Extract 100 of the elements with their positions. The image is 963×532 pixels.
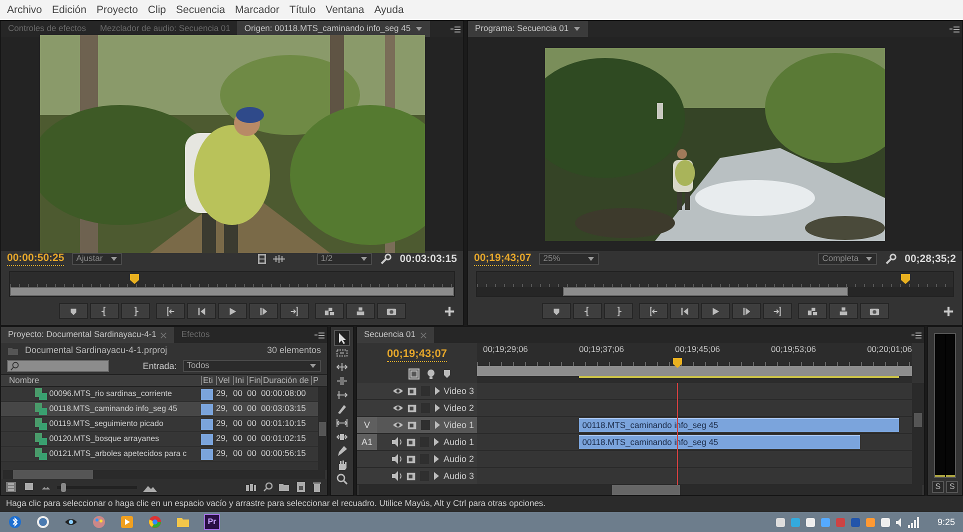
scrollbar[interactable] [359, 485, 922, 495]
transport-button[interactable] [186, 303, 216, 319]
sync-icon[interactable] [406, 386, 418, 396]
track-header[interactable]: Video 3 [357, 383, 477, 399]
track-target[interactable]: V [357, 417, 377, 433]
speaker-icon[interactable] [391, 453, 404, 465]
pointer-icon[interactable] [336, 332, 348, 344]
track-select-icon[interactable] [336, 347, 348, 359]
speaker-icon[interactable] [391, 436, 404, 448]
file-row[interactable]: 00121.MTS_arboles apetecidos para c 29, 00 00 00:00:56:15 [1, 447, 318, 462]
playhead-marker[interactable] [130, 274, 140, 284]
column-header[interactable]: Fin [247, 376, 261, 386]
plus-icon[interactable] [444, 306, 455, 317]
track-header[interactable]: Audio 2 [357, 451, 477, 467]
current-timecode[interactable]: 00;19;43;07 [387, 348, 447, 362]
app-icon[interactable]: Pr [204, 514, 220, 530]
arrows-icon[interactable] [336, 361, 348, 373]
sync-icon[interactable] [406, 470, 418, 482]
column-header[interactable]: Duración de [261, 376, 311, 386]
play-icon[interactable] [120, 515, 134, 529]
transport-button[interactable] [218, 303, 246, 319]
column-header[interactable]: Nombre [1, 376, 201, 386]
solo-button[interactable]: S [932, 481, 944, 493]
transport-button[interactable] [670, 303, 698, 319]
playhead-marker[interactable] [673, 358, 682, 368]
transport-button[interactable] [798, 303, 826, 319]
trash-icon[interactable] [311, 481, 323, 493]
file-row[interactable]: 00120.MTS_bosque arrayanes 29, 00 00 00:01:02:15 [1, 432, 318, 447]
track-header[interactable]: V Video 1 [357, 417, 477, 433]
resolution-dropdown[interactable]: 1/2 [316, 253, 372, 265]
menu-item[interactable]: Proyecto [96, 4, 138, 16]
track-header[interactable]: Audio 3 [357, 468, 477, 484]
column-header[interactable]: P [311, 376, 318, 386]
menu-item[interactable]: Ayuda [374, 4, 404, 16]
menu-item[interactable]: Ventana [326, 4, 364, 16]
tray-icon[interactable] [805, 516, 816, 528]
sync-icon[interactable] [406, 402, 418, 414]
transport-button[interactable] [314, 303, 344, 319]
app-icon[interactable] [36, 515, 50, 529]
transport-button[interactable] [732, 303, 760, 319]
wrench-icon[interactable] [884, 253, 897, 265]
marker-icon[interactable] [441, 368, 453, 380]
transport-button[interactable] [638, 303, 668, 319]
transport-button[interactable] [58, 303, 88, 319]
menu-icon[interactable] [948, 24, 960, 34]
transport-button[interactable] [700, 303, 730, 319]
current-timecode[interactable]: 00:00:50:25 [7, 252, 64, 266]
automate-icon[interactable] [245, 481, 257, 493]
plus-icon[interactable] [943, 306, 954, 317]
hand-icon[interactable] [336, 459, 348, 471]
transport-button[interactable] [280, 303, 308, 319]
tray-icon[interactable] [775, 516, 786, 528]
zoom-scrollbar[interactable] [10, 287, 454, 296]
scrollbar[interactable] [912, 383, 924, 485]
transport-button[interactable] [860, 303, 888, 319]
film-icon[interactable] [256, 253, 268, 265]
browser-icon[interactable] [148, 515, 162, 529]
zoom-dropdown[interactable]: 25% [539, 253, 600, 265]
file-row[interactable]: 00119.MTS_seguimiento picado 29, 00 00 00:01:10:15 [1, 417, 318, 432]
menu-icon[interactable] [910, 330, 922, 340]
scrollbar[interactable] [318, 387, 327, 470]
transport-button[interactable] [604, 303, 632, 319]
track-header[interactable]: Video 2 [357, 400, 477, 416]
current-timecode[interactable]: 00;19;43;07 [474, 252, 532, 266]
bluetooth-icon[interactable] [8, 515, 22, 529]
menu-icon[interactable] [314, 330, 325, 340]
arrows-icon[interactable] [336, 375, 348, 387]
column-header[interactable]: Ini [233, 376, 247, 386]
playhead-marker[interactable] [901, 274, 910, 284]
scrollbar[interactable] [3, 470, 325, 479]
palette-icon[interactable] [92, 515, 106, 529]
transport-button[interactable] [828, 303, 858, 319]
menu-item[interactable]: Título [289, 4, 316, 16]
transport-button[interactable] [120, 303, 150, 319]
snap-icon[interactable] [408, 368, 420, 380]
pen-icon[interactable] [336, 445, 348, 457]
arrows-icon[interactable] [336, 417, 348, 429]
transport-button[interactable] [90, 303, 118, 319]
icon-view-icon[interactable] [23, 481, 35, 493]
signal-icon[interactable] [908, 516, 920, 528]
menu-item[interactable]: Clip [148, 4, 166, 16]
sync-icon[interactable] [406, 436, 418, 448]
transport-button[interactable] [248, 303, 278, 319]
waveform-icon[interactable] [272, 253, 285, 265]
tray-icon[interactable] [880, 516, 892, 528]
solo-button[interactable]: S [946, 481, 958, 493]
speaker-icon[interactable] [391, 470, 404, 482]
sync-icon[interactable] [406, 454, 418, 464]
transport-button[interactable] [156, 303, 184, 319]
track-target[interactable]: A1 [357, 434, 377, 450]
sync-icon[interactable] [406, 420, 418, 430]
track-header[interactable]: A1 Audio 1 [357, 434, 477, 450]
transport-button[interactable] [346, 303, 374, 319]
arrows-icon[interactable] [336, 389, 348, 401]
filter-dropdown[interactable]: Todos [182, 360, 321, 372]
panel-tab[interactable]: Programa: Secuencia 01 [468, 21, 588, 37]
folder-icon[interactable] [278, 481, 290, 493]
search-field[interactable] [7, 360, 109, 372]
menu-item[interactable]: Archivo [7, 4, 42, 16]
menu-icon[interactable] [450, 24, 461, 34]
